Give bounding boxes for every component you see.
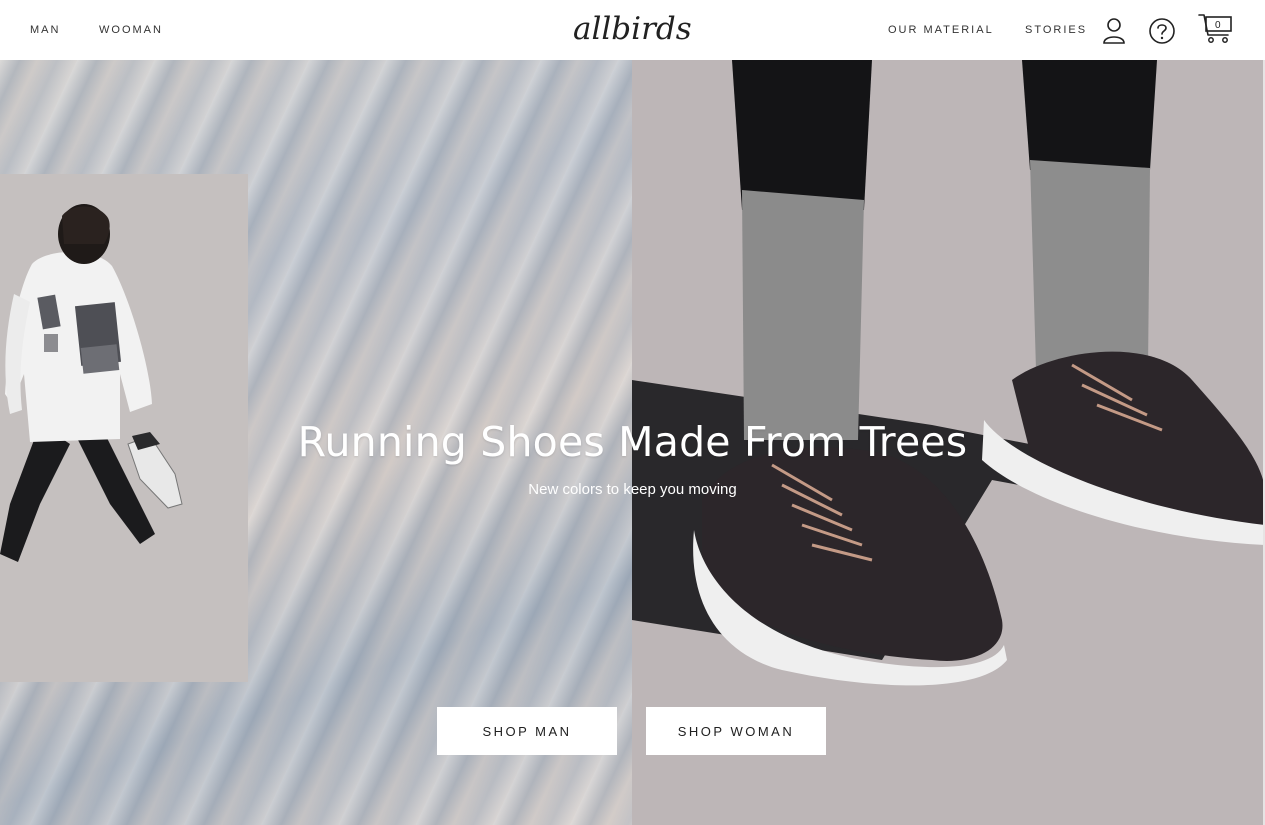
nav-our-material[interactable]: OUR MATERIAL (888, 24, 994, 36)
allbirds-logo[interactable]: allbirds (571, 8, 695, 50)
hero-subtitle: New colors to keep you moving (528, 481, 737, 498)
svg-text:allbirds: allbirds (573, 11, 692, 47)
account-icon[interactable] (1101, 16, 1127, 46)
cart-count: 0 (1215, 20, 1221, 31)
nav-woman[interactable]: WOOMAN (99, 24, 163, 36)
shop-man-button[interactable]: SHOP MAN (437, 707, 617, 755)
hero-title: Running Shoes Made From Trees (297, 418, 968, 466)
hero-banner: Running Shoes Made From Trees New colors… (0, 60, 1265, 825)
nav-man[interactable]: MAN (30, 24, 60, 36)
cart-button[interactable]: 0 (1197, 12, 1235, 46)
shop-woman-button[interactable]: SHOP WOMAN (646, 707, 826, 755)
help-icon[interactable] (1148, 17, 1176, 45)
nav-stories[interactable]: STORIES (1025, 24, 1087, 36)
site-header: MAN WOOMAN allbirds OUR MATERIAL STORIES… (0, 0, 1265, 60)
